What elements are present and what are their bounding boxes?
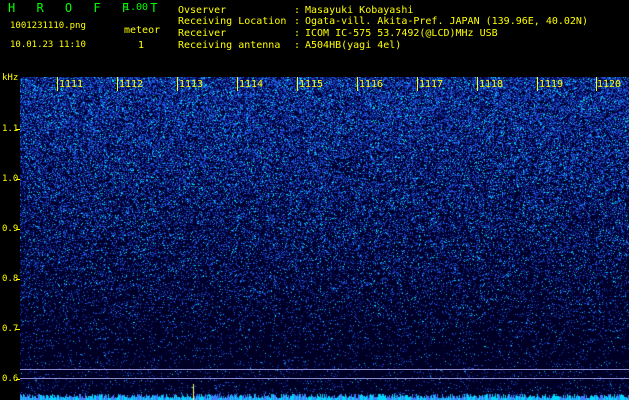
receiver-label: Receiver — [178, 28, 227, 39]
location-colon: : — [294, 16, 301, 27]
observer-label: Ovserver — [178, 5, 227, 16]
y-tick-mark — [16, 379, 20, 380]
x-tick-label: 1120 — [597, 79, 622, 90]
date-time: 10.01.23 11:10 — [10, 40, 86, 50]
y-tick-mark — [16, 129, 20, 130]
x-tick-mark — [537, 77, 538, 91]
y-tick-mark — [16, 279, 20, 280]
receiver-colon: : — [294, 28, 301, 39]
location-value: Ogata-vill. Akita-Pref. JAPAN (139.96E, … — [305, 16, 588, 27]
meteor-count: 1 — [138, 40, 145, 51]
spectrogram-waterfall — [20, 77, 629, 400]
observer-value: Masayuki Kobayashi — [305, 5, 414, 16]
x-tick-mark — [57, 77, 58, 91]
x-tick-mark — [477, 77, 478, 91]
antenna-value: A504HB(yagi 4el) — [305, 40, 402, 51]
app-version: 1.00 — [124, 2, 149, 13]
x-tick-label: 1116 — [359, 79, 384, 90]
meteor-label: meteor — [124, 25, 161, 36]
x-tick-mark — [177, 77, 178, 91]
x-tick-label: 1114 — [239, 79, 264, 90]
x-tick-label: 1119 — [539, 79, 564, 90]
reference-line-lower — [20, 378, 629, 379]
y-tick-mark — [16, 229, 20, 230]
antenna-colon: : — [294, 40, 301, 51]
x-tick-label: 1118 — [479, 79, 504, 90]
file-name: 1001231110.png — [10, 21, 86, 31]
hroft-waterfall-display: H R O F F T 1.00 1001231110.png meteor 1… — [0, 0, 629, 400]
receiver-value: ICOM IC-575 53.7492(@LCD)MHz USB — [305, 28, 498, 39]
antenna-label: Receiving antenna — [178, 40, 281, 51]
y-tick-mark — [16, 329, 20, 330]
reference-line-upper — [20, 369, 629, 370]
x-tick-mark — [417, 77, 418, 91]
x-tick-label: 1117 — [419, 79, 444, 90]
observer-colon: : — [294, 5, 301, 16]
x-tick-label: 1112 — [119, 79, 144, 90]
x-tick-mark — [237, 77, 238, 91]
y-tick-mark — [16, 179, 20, 180]
x-tick-label: 1111 — [59, 79, 84, 90]
x-tick-mark — [117, 77, 118, 91]
x-tick-label: 1113 — [179, 79, 204, 90]
y-axis-unit-label: kHz — [2, 73, 19, 83]
x-tick-label: 1115 — [299, 79, 324, 90]
x-tick-mark — [297, 77, 298, 91]
x-tick-mark — [357, 77, 358, 91]
location-label: Receiving Location — [178, 16, 287, 27]
